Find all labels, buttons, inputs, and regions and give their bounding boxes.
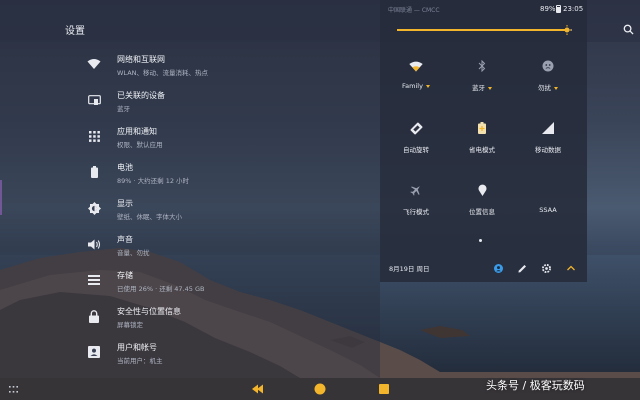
apps-grid-button[interactable] xyxy=(5,381,21,397)
settings-item-battery[interactable]: 电池 89% · 大约还剩 12 小时 xyxy=(0,160,380,196)
gear-icon xyxy=(541,263,551,273)
recents-icon xyxy=(379,384,389,394)
home-icon xyxy=(314,383,326,395)
settings-item-subtitle: 蓝牙 xyxy=(117,105,130,113)
brightness-slider[interactable] xyxy=(397,25,572,35)
tile-location[interactable]: 位置信息 xyxy=(452,182,512,227)
chevron-down-icon[interactable] xyxy=(554,86,558,90)
wifi-icon xyxy=(86,56,102,72)
watermark: 头条号 / 极客玩数码 xyxy=(486,379,585,392)
settings-item-accounts[interactable]: 用户和帐号 当前用户：机主 xyxy=(0,340,380,376)
clock: 23:05 xyxy=(563,5,584,13)
tile-auto-rotate[interactable]: 自动旋转 xyxy=(386,120,446,165)
battery-percent: 89% xyxy=(540,5,556,13)
settings-item-subtitle: 89% · 大约还剩 12 小时 xyxy=(117,177,190,185)
tile-label: 蓝牙 xyxy=(472,84,485,92)
quick-settings-panel: 中国联通 — CMCC 89% 23:05 Family 蓝牙 勿扰 自动旋转 … xyxy=(380,0,587,282)
back-icon xyxy=(252,384,263,394)
edit-icon xyxy=(517,264,526,273)
settings-item-network[interactable]: 网络和互联网 WLAN、移动、流量消耗、热点 xyxy=(0,52,380,88)
tile-label: 飞行模式 xyxy=(403,208,429,216)
settings-item-subtitle: 音量、勿扰 xyxy=(117,249,150,257)
settings-item-display[interactable]: 显示 壁纸、休眠、字体大小 xyxy=(0,196,380,232)
settings-item-apps[interactable]: 应用和通知 权限、默认应用 xyxy=(0,124,380,160)
carrier-label: 中国联通 — CMCC xyxy=(388,7,440,14)
settings-item-title: 显示 xyxy=(117,199,133,208)
tile-mobile-data[interactable]: 移动数据 xyxy=(518,120,578,165)
account-icon xyxy=(86,344,102,360)
settings-item-subtitle: 屏幕锁定 xyxy=(117,321,143,329)
page-indicator-dot xyxy=(479,239,482,242)
brightness-fill xyxy=(397,29,567,31)
wifi-icon xyxy=(408,58,424,74)
tile-wifi[interactable]: Family xyxy=(386,58,446,103)
collapse-button[interactable] xyxy=(565,262,577,274)
sun-icon xyxy=(561,25,572,35)
user-button[interactable] xyxy=(492,262,504,274)
chevron-down-icon[interactable] xyxy=(488,86,492,90)
storage-icon xyxy=(86,272,102,288)
settings-item-subtitle: 权限、默认应用 xyxy=(117,141,163,149)
tile-ssaa[interactable]: SSAA xyxy=(518,182,578,227)
tile-battery-saver[interactable]: 省电模式 xyxy=(452,120,512,165)
tile-label: 自动旋转 xyxy=(403,146,429,154)
tile-bluetooth[interactable]: 蓝牙 xyxy=(452,58,512,103)
tile-airplane[interactable]: 飞行模式 xyxy=(386,182,446,227)
battery-status-icon xyxy=(556,5,561,13)
page-title: 设置 xyxy=(65,26,85,37)
apps-grid-icon xyxy=(8,385,18,393)
settings-item-devices[interactable]: 已关联的设备 蓝牙 xyxy=(0,88,380,124)
settings-item-title: 存储 xyxy=(117,271,133,280)
do-not-disturb-icon xyxy=(540,58,556,74)
settings-item-title: 电池 xyxy=(117,163,133,172)
settings-item-title: 已关联的设备 xyxy=(117,91,165,100)
settings-item-storage[interactable]: 存储 已使用 26% · 还剩 47.45 GB xyxy=(0,268,380,304)
tile-label: 省电模式 xyxy=(469,146,495,154)
edit-button[interactable] xyxy=(516,262,528,274)
recents-button[interactable] xyxy=(376,381,392,397)
settings-item-title: 用户和帐号 xyxy=(117,343,157,352)
battery-saver-icon xyxy=(474,120,490,136)
battery-icon xyxy=(86,164,102,180)
tile-do-not-disturb[interactable]: 勿扰 xyxy=(518,58,578,103)
settings-item-subtitle: 壁纸、休眠、字体大小 xyxy=(117,213,182,221)
apps-icon xyxy=(86,128,102,144)
tile-label: 位置信息 xyxy=(469,208,495,216)
brightness-icon xyxy=(86,200,102,216)
settings-item-security[interactable]: 安全性与位置信息 屏幕锁定 xyxy=(0,304,380,340)
settings-item-title: 安全性与位置信息 xyxy=(117,307,181,316)
airplane-icon xyxy=(408,182,424,198)
chevron-up-icon xyxy=(567,265,575,271)
back-button[interactable] xyxy=(250,381,266,397)
quick-settings-footer: 8月19日 周日 xyxy=(380,258,587,278)
tile-label: 勿扰 xyxy=(538,84,551,92)
tile-label: SSAA xyxy=(539,206,557,214)
home-button[interactable] xyxy=(312,381,328,397)
chevron-down-icon[interactable] xyxy=(425,84,430,88)
settings-item-subtitle: WLAN、移动、流量消耗、热点 xyxy=(117,69,209,77)
settings-item-sound[interactable]: 声音 音量、勿扰 xyxy=(0,232,380,268)
user-icon xyxy=(493,263,503,273)
lock-icon xyxy=(86,308,102,324)
volume-icon xyxy=(86,236,102,252)
settings-item-title: 网络和互联网 xyxy=(117,55,165,64)
tile-label: 移动数据 xyxy=(535,146,561,154)
settings-item-subtitle: 当前用户：机主 xyxy=(117,357,163,365)
devices-icon xyxy=(86,92,102,108)
signal-icon xyxy=(540,120,556,136)
settings-item-title: 声音 xyxy=(117,235,133,244)
tile-label: Family xyxy=(402,82,423,90)
auto-rotate-icon xyxy=(408,120,424,136)
search-icon xyxy=(623,24,634,35)
brightness-thumb[interactable] xyxy=(561,25,572,35)
date-label: 8月19日 周日 xyxy=(389,265,430,273)
settings-item-subtitle: 已使用 26% · 还剩 47.45 GB xyxy=(117,285,205,293)
location-icon xyxy=(474,182,490,198)
settings-button[interactable] xyxy=(540,262,552,274)
settings-item-title: 应用和通知 xyxy=(117,127,157,136)
bluetooth-icon xyxy=(474,58,490,74)
search-button[interactable] xyxy=(619,20,637,38)
